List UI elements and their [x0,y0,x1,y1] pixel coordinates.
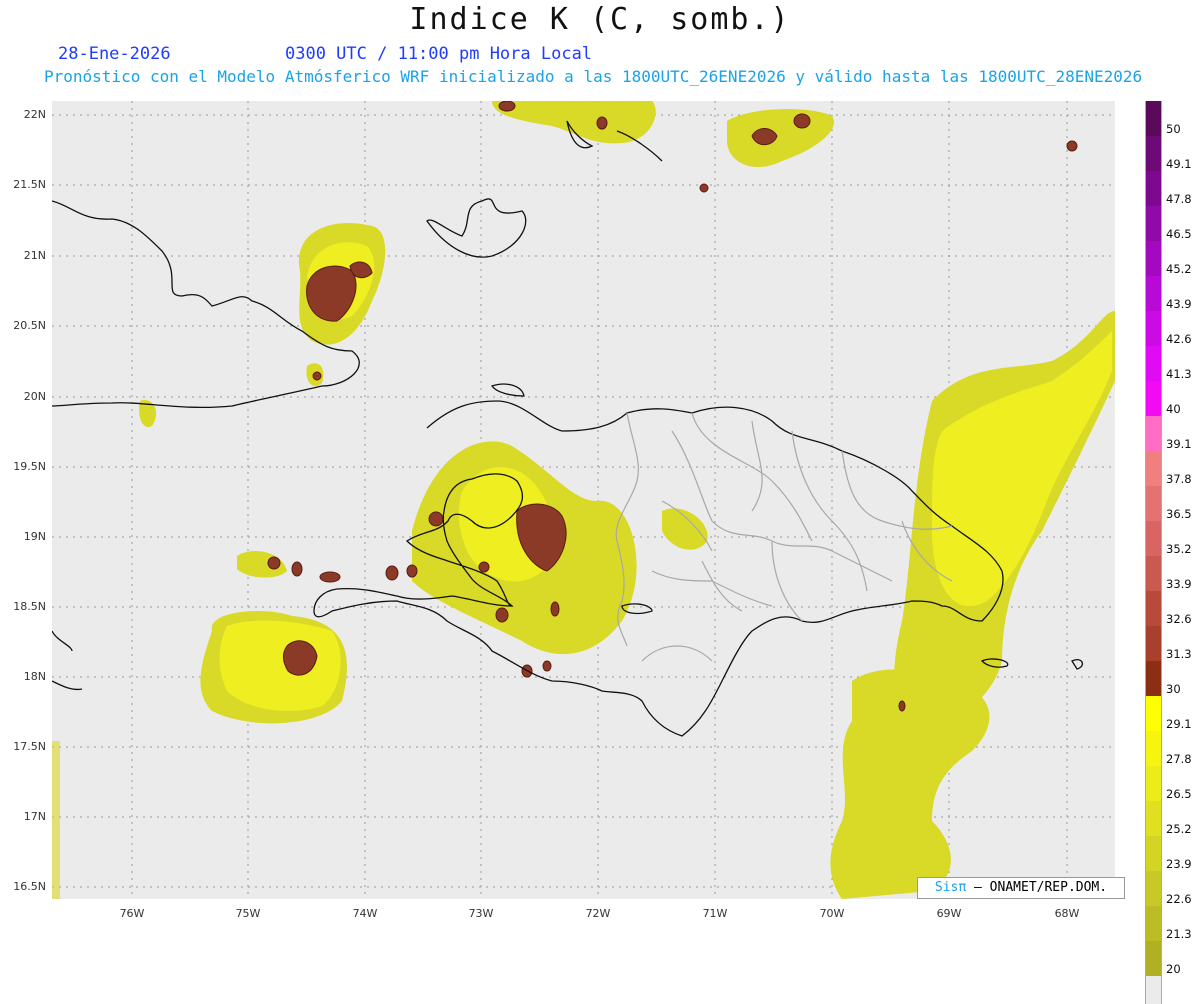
lon-label: 68W [1054,907,1080,920]
colorbar-label: 46.5 [1166,227,1192,241]
colorbar-label: 30 [1166,682,1181,696]
colorbar-swatch [1145,871,1162,906]
colorbar-swatch [1145,241,1162,276]
colorbar-swatch [1145,171,1162,206]
colorbar-label: 47.8 [1166,192,1192,206]
colorbar-swatch [1145,766,1162,801]
colorbar-swatch [1145,591,1162,626]
credit-text: – ONAMET/REP.DOM. [974,880,1108,895]
colorbar-swatch [1145,486,1162,521]
lon-label: 75W [235,907,261,920]
lon-label: 74W [352,907,378,920]
colorbar-label: 26.5 [1166,787,1192,801]
lat-label: 17N [23,810,46,823]
colorbar-swatch [1145,941,1162,976]
colorbar-label: 25.2 [1166,822,1192,836]
lat-label: 21.5N [13,178,46,191]
lat-label: 21N [23,249,46,262]
colorbar-label: 42.6 [1166,332,1192,346]
colorbar-label: 31.3 [1166,647,1192,661]
lat-label: 19N [23,530,46,543]
colorbar-swatch [1145,661,1162,696]
colorbar-swatch [1145,836,1162,871]
colorbar-swatch [1145,906,1162,941]
lat-label: 17.5N [13,740,46,753]
colorbar-swatch [1145,696,1162,731]
colorbar-swatch [1145,521,1162,556]
lon-label: 71W [702,907,728,920]
colorbar-label: 37.8 [1166,472,1192,486]
sispi-logo: Sisπ [934,880,967,895]
colorbar-swatch [1145,206,1162,241]
colorbar-label: 36.5 [1166,507,1192,521]
colorbar-swatch [1145,381,1162,416]
forecast-date: 28-Ene-2026 [58,44,171,64]
colorbar-label: 22.6 [1166,892,1192,906]
colorbar-swatch [1145,136,1162,171]
lon-label: 72W [585,907,611,920]
colorbar-label: 43.9 [1166,297,1192,311]
colorbar-swatch [1145,311,1162,346]
lat-label: 16.5N [13,880,46,893]
colorbar-swatch [1145,731,1162,766]
colorbar-swatch [1145,556,1162,591]
lat-label: 19.5N [13,460,46,473]
forecast-description: Pronóstico con el Modelo Atmósferico WRF… [44,67,1143,86]
forecast-map [52,101,1115,899]
colorbar-label: 32.6 [1166,612,1192,626]
lon-label: 73W [468,907,494,920]
credit-box: Sisπ – ONAMET/REP.DOM. [917,877,1125,899]
colorbar-label: 40 [1166,402,1181,416]
lat-label: 20N [23,390,46,403]
lon-label: 70W [819,907,845,920]
lat-label: 18.5N [13,600,46,613]
colorbar-label: 50 [1166,122,1181,136]
colorbar [1145,101,1162,1004]
colorbar-swatch [1145,101,1162,136]
colorbar-label: 27.8 [1166,752,1192,766]
colorbar-label: 35.2 [1166,542,1192,556]
colorbar-label: 45.2 [1166,262,1192,276]
lat-label: 20.5N [13,319,46,332]
lat-label: 22N [23,108,46,121]
colorbar-swatch [1145,801,1162,836]
colorbar-label: 29.1 [1166,717,1192,731]
colorbar-label: 49.1 [1166,157,1192,171]
colorbar-swatch [1145,346,1162,381]
colorbar-swatch [1145,416,1162,451]
lat-label: 18N [23,670,46,683]
colorbar-swatch [1145,451,1162,486]
colorbar-label: 20 [1166,962,1181,976]
colorbar-swatch [1145,276,1162,311]
colorbar-swatch [1145,626,1162,661]
colorbar-label: 33.9 [1166,577,1192,591]
colorbar-label: 23.9 [1166,857,1192,871]
colorbar-label: 41.3 [1166,367,1192,381]
lon-label: 69W [936,907,962,920]
forecast-time: 0300 UTC / 11:00 pm Hora Local [285,44,593,64]
lon-label: 76W [119,907,145,920]
map-title: Indice K (C, somb.) [409,2,791,37]
colorbar-label: 21.3 [1166,927,1192,941]
colorbar-swatch [1145,976,1162,1004]
colorbar-label: 39.1 [1166,437,1192,451]
